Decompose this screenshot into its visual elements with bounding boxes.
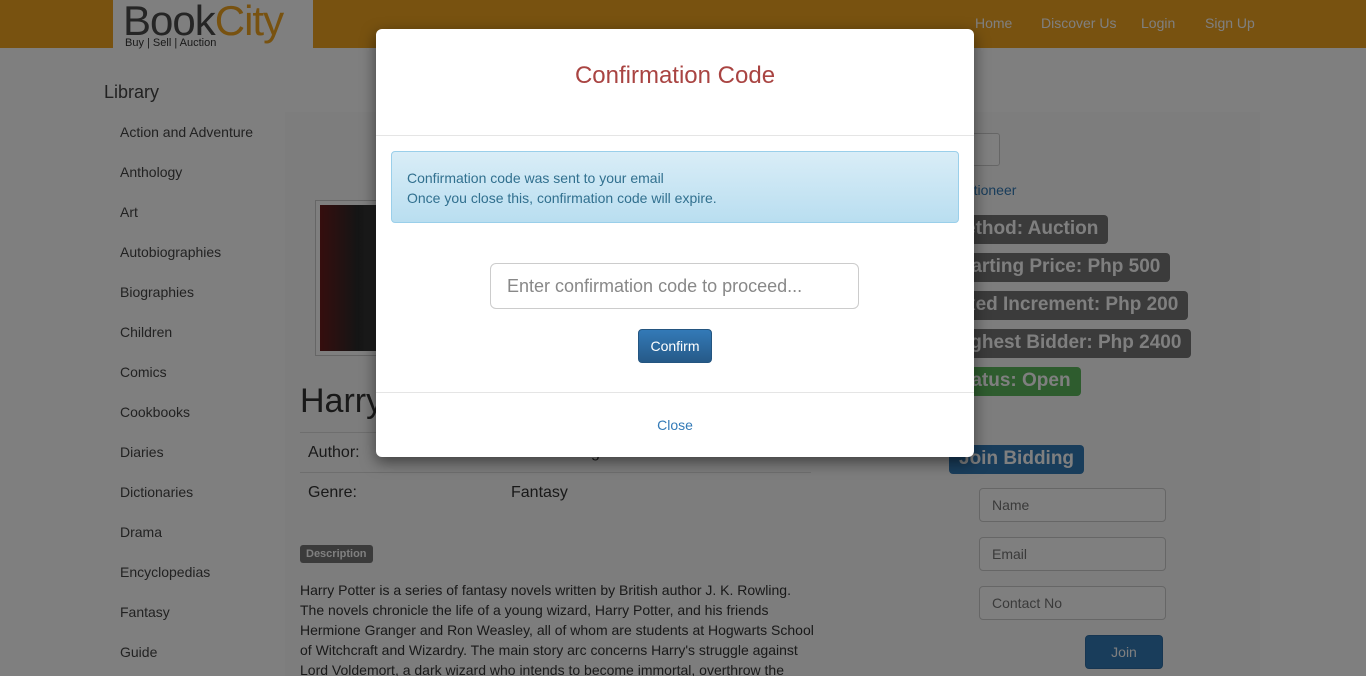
modal-footer: Close (376, 392, 974, 457)
modal-header: Confirmation Code (376, 29, 974, 136)
confirmation-code-input[interactable] (490, 263, 859, 309)
confirmation-modal: Confirmation Code Confirmation code was … (376, 29, 974, 457)
alert-line-2: Once you close this, confirmation code w… (407, 190, 717, 206)
close-link[interactable]: Close (657, 417, 693, 433)
info-alert: Confirmation code was sent to your email… (391, 151, 959, 223)
modal-title: Confirmation Code (574, 62, 776, 89)
confirm-button[interactable]: Confirm (638, 329, 712, 363)
alert-line-1: Confirmation code was sent to your email (407, 170, 664, 186)
